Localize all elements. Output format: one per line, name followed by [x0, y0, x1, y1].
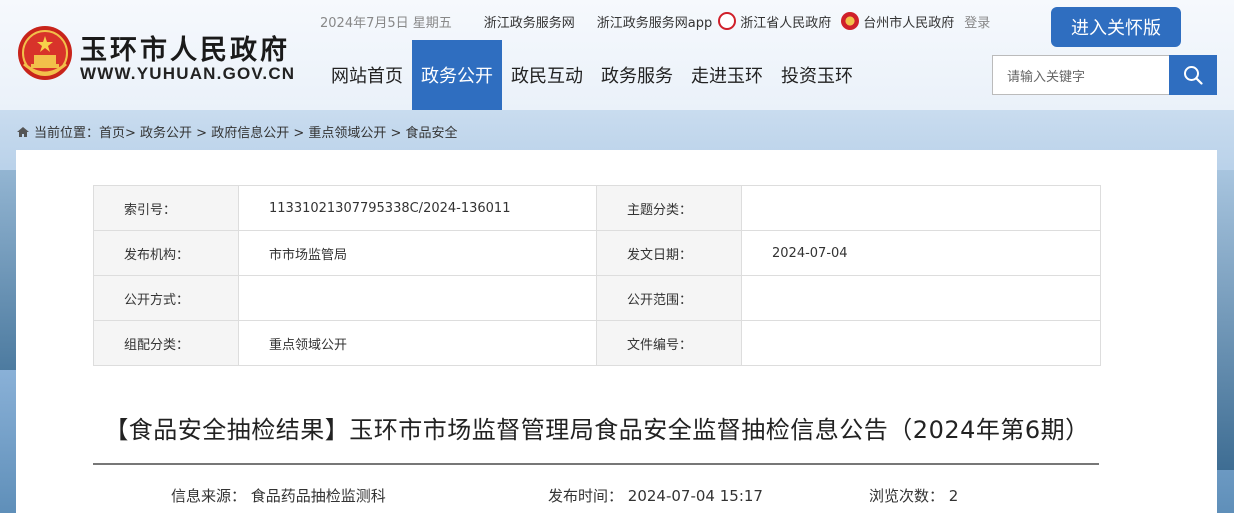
nav-item-gov-affairs-open[interactable]: 政务公开: [412, 40, 502, 110]
meta-label-disclosure-method: 公开方式：: [93, 275, 239, 321]
meta-label-issue-date: 发文日期：: [596, 230, 742, 276]
nav-item-services[interactable]: 政务服务: [592, 40, 682, 110]
meta-label-publisher: 发布机构：: [93, 230, 239, 276]
zhejiang-gov-icon: [718, 12, 737, 30]
care-mode-button[interactable]: 进入关怀版: [1051, 7, 1181, 47]
info-views: 浏览次数： 2: [869, 485, 958, 506]
meta-value-doc-number: [741, 320, 1101, 366]
meta-value-publisher: 市市场监管局: [238, 230, 597, 276]
site-url: WWW.YUHUAN.GOV.CN: [80, 64, 296, 83]
search-input[interactable]: 请输入关键字: [992, 55, 1169, 95]
site-name[interactable]: 玉环市人民政府: [80, 28, 290, 67]
nav-item-interaction[interactable]: 政民互动: [502, 40, 592, 110]
top-links-bar: 2024年7月5日 星期五 浙江政务服务网 浙江政务服务网app 浙江省人民政府…: [320, 11, 990, 31]
search-icon: [1184, 66, 1203, 85]
meta-value-subject: [741, 185, 1101, 231]
publish-time-value: 2024-07-04 15:17: [627, 487, 763, 505]
site-header: 玉环市人民政府 WWW.YUHUAN.GOV.CN 2024年7月5日 星期五 …: [0, 0, 1234, 110]
taizhou-gov-icon: [841, 12, 860, 30]
meta-label-category: 组配分类：: [93, 320, 239, 366]
zjzwfw-app-link[interactable]: 浙江政务服务网app: [597, 12, 712, 31]
table-row: 公开方式： 公开范围：: [93, 275, 1101, 321]
meta-value-category: 重点领域公开: [238, 320, 597, 366]
views-value: 2: [948, 487, 959, 505]
table-row: 发布机构： 市市场监管局 发文日期： 2024-07-04: [93, 230, 1101, 276]
nav-item-about-yuhuan[interactable]: 走进玉环: [682, 40, 772, 110]
views-label: 浏览次数：: [869, 487, 945, 505]
title-divider: [93, 463, 1099, 465]
document-meta-table: 索引号： 11331021307795338C/2024-136011 主题分类…: [93, 185, 1101, 366]
zhejiang-gov-link[interactable]: 浙江省人民政府: [740, 12, 831, 31]
meta-label-index: 索引号：: [93, 185, 239, 231]
meta-value-issue-date: 2024-07-04: [741, 230, 1101, 276]
main-nav: 网站首页 政务公开 政民互动 政务服务 走进玉环 投资玉环: [322, 40, 862, 110]
article-title: 【食品安全抽检结果】玉环市市场监督管理局食品安全监督抽检信息公告（2024年第6…: [104, 416, 1090, 444]
breadcrumb: 当前位置： 首页> 政务公开 > 政府信息公开 > 重点领域公开 > 食品安全: [16, 122, 458, 141]
breadcrumb-path[interactable]: 首页> 政务公开 > 政府信息公开 > 重点领域公开 > 食品安全: [99, 122, 458, 141]
info-source: 信息来源： 食品药品抽检监测科: [171, 485, 386, 506]
meta-value-index: 11331021307795338C/2024-136011: [238, 185, 597, 231]
login-link[interactable]: 登录: [964, 12, 990, 31]
national-emblem-icon: [18, 26, 72, 80]
zjzwfw-link[interactable]: 浙江政务服务网: [484, 12, 575, 31]
info-publish-time: 发布时间： 2024-07-04 15:17: [548, 485, 763, 506]
taizhou-gov-link[interactable]: 台州市人民政府: [863, 12, 954, 31]
meta-value-disclosure-scope: [741, 275, 1101, 321]
breadcrumb-prefix: 当前位置：: [34, 126, 100, 141]
current-date: 2024年7月5日 星期五: [320, 15, 452, 31]
nav-item-home[interactable]: 网站首页: [322, 40, 412, 110]
search-button[interactable]: [1169, 55, 1217, 95]
home-icon: [17, 126, 29, 137]
publish-time-label: 发布时间：: [548, 487, 624, 505]
source-value: 食品药品抽检监测科: [250, 487, 386, 505]
table-row: 索引号： 11331021307795338C/2024-136011 主题分类…: [93, 185, 1101, 231]
meta-label-disclosure-scope: 公开范围：: [596, 275, 742, 321]
source-label: 信息来源：: [171, 487, 247, 505]
table-row: 组配分类： 重点领域公开 文件编号：: [93, 320, 1101, 366]
meta-label-subject: 主题分类：: [596, 185, 742, 231]
meta-label-doc-number: 文件编号：: [596, 320, 742, 366]
nav-item-invest[interactable]: 投资玉环: [772, 40, 862, 110]
meta-value-disclosure-method: [238, 275, 597, 321]
